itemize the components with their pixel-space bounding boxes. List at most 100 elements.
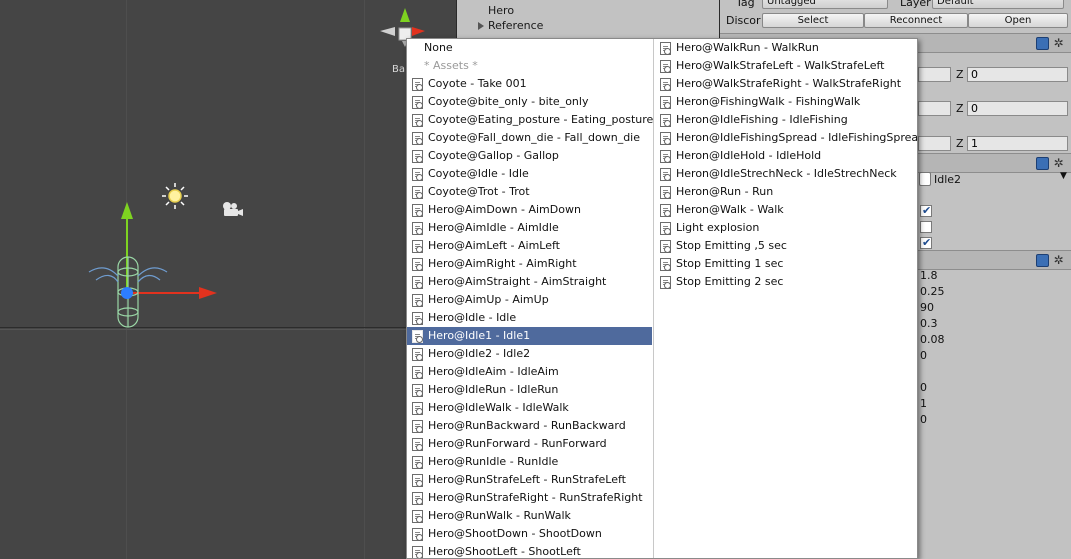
checkbox[interactable] [920, 236, 932, 249]
scale-z-field[interactable]: 1 [967, 136, 1068, 151]
move-gizmo-icon[interactable] [121, 202, 217, 299]
menu-item[interactable]: Heron@IdleFishingSpread - IdleFishingSpr… [655, 129, 917, 147]
menu-item[interactable]: Hero@Idle - Idle [407, 309, 652, 327]
rotation-y-field[interactable] [918, 101, 951, 116]
camera-icon[interactable] [223, 202, 243, 216]
property-value[interactable]: 0 [920, 349, 927, 362]
menu-item[interactable]: * Assets * [407, 57, 652, 75]
menu-item[interactable]: Light explosion [655, 219, 917, 237]
property-value[interactable]: 0 [920, 381, 927, 394]
rotation-z-field[interactable]: 0 [967, 101, 1068, 116]
menu-item[interactable]: Stop Emitting 2 sec [655, 273, 917, 291]
menu-item[interactable]: Hero@ShootDown - ShootDown [407, 525, 652, 543]
menu-item-label: Stop Emitting 1 sec [676, 257, 784, 270]
animation-clip-icon [412, 96, 423, 109]
animation-clip-icon [412, 204, 423, 217]
animation-clip-icon [660, 168, 671, 181]
menu-item[interactable]: Hero@AimDown - AimDown [407, 201, 652, 219]
menu-item[interactable]: Coyote@Fall_down_die - Fall_down_die [407, 129, 652, 147]
menu-item[interactable]: Coyote@Trot - Trot [407, 183, 652, 201]
menu-item[interactable]: Heron@Walk - Walk [655, 201, 917, 219]
menu-item[interactable]: Hero@Idle2 - Idle2 [407, 345, 652, 363]
menu-item-label: Heron@IdleFishingSpread - IdleFishingSpr… [676, 131, 918, 144]
pivot-handle[interactable] [121, 287, 133, 299]
menu-item[interactable]: Coyote - Take 001 [407, 75, 652, 93]
menu-item[interactable]: Hero@WalkStrafeRight - WalkStrafeRight [655, 75, 917, 93]
menu-item[interactable]: Hero@AimRight - AimRight [407, 255, 652, 273]
property-value[interactable]: 0.3 [920, 317, 938, 330]
menu-item[interactable]: Hero@IdleWalk - IdleWalk [407, 399, 652, 417]
animation-clip-icon [660, 204, 671, 217]
menu-item[interactable]: Stop Emitting ,5 sec [655, 237, 917, 255]
expand-arrow-icon[interactable] [478, 22, 484, 30]
help-book-icon[interactable] [1036, 157, 1049, 170]
menu-item-label: Hero@RunBackward - RunBackward [428, 419, 626, 432]
gear-icon[interactable]: ✲ [1052, 157, 1065, 170]
menu-item[interactable]: Hero@RunWalk - RunWalk [407, 507, 652, 525]
menu-item[interactable]: Heron@FishingWalk - FishingWalk [655, 93, 917, 111]
menu-item[interactable]: Hero@AimStraight - AimStraight [407, 273, 652, 291]
menu-item[interactable]: Heron@IdleFishing - IdleFishing [655, 111, 917, 129]
menu-item-selected[interactable]: Hero@Idle1 - Idle1 [407, 327, 652, 345]
open-button[interactable]: Open [968, 13, 1068, 28]
menu-item[interactable]: Hero@RunIdle - RunIdle [407, 453, 652, 471]
animation-clip-icon [412, 276, 423, 289]
property-value[interactable]: 1 [920, 397, 927, 410]
menu-item[interactable]: Hero@WalkRun - WalkRun [655, 39, 917, 57]
help-book-icon[interactable] [1036, 37, 1049, 50]
hierarchy-item[interactable]: Hero [488, 4, 514, 17]
gear-icon[interactable]: ✲ [1052, 37, 1065, 50]
reconnect-button[interactable]: Reconnect [864, 13, 968, 28]
menu-item[interactable]: Coyote@Idle - Idle [407, 165, 652, 183]
select-button[interactable]: Select [762, 13, 864, 28]
dropdown-arrow-icon[interactable]: ▼ [1060, 171, 1067, 181]
menu-item-label: Coyote@Gallop - Gallop [428, 149, 559, 162]
menu-item[interactable]: Stop Emitting 1 sec [655, 255, 917, 273]
tag-label: Tag [736, 0, 755, 9]
property-value[interactable]: 0.25 [920, 285, 945, 298]
menu-item[interactable]: Hero@RunBackward - RunBackward [407, 417, 652, 435]
menu-item-label: Hero@RunStrafeRight - RunStrafeRight [428, 491, 643, 504]
position-y-field[interactable] [918, 67, 951, 82]
checkbox[interactable] [920, 221, 932, 233]
menu-item[interactable]: Hero@IdleRun - IdleRun [407, 381, 652, 399]
animation-clip-icon [412, 474, 423, 487]
property-value[interactable]: 90 [920, 301, 934, 314]
menu-item-label: Heron@Run - Run [676, 185, 774, 198]
property-value[interactable]: 0.08 [920, 333, 945, 346]
menu-item[interactable]: Hero@AimLeft - AimLeft [407, 237, 652, 255]
menu-item-label: Hero@IdleWalk - IdleWalk [428, 401, 569, 414]
menu-item[interactable]: Hero@RunForward - RunForward [407, 435, 652, 453]
help-book-icon[interactable] [1036, 254, 1049, 267]
menu-item[interactable]: Hero@AimIdle - AimIdle [407, 219, 652, 237]
menu-item[interactable]: None [407, 39, 652, 57]
menu-item[interactable]: Coyote@bite_only - bite_only [407, 93, 652, 111]
light-icon[interactable] [162, 183, 188, 209]
property-value[interactable]: 0 [920, 413, 927, 426]
menu-item[interactable]: Heron@IdleStrechNeck - IdleStrechNeck [655, 165, 917, 183]
menu-item[interactable]: Heron@Run - Run [655, 183, 917, 201]
menu-item[interactable]: Hero@IdleAim - IdleAim [407, 363, 652, 381]
layer-dropdown[interactable]: Default [932, 0, 1064, 9]
menu-item-label: * Assets * [424, 59, 478, 72]
gear-icon[interactable]: ✲ [1052, 254, 1065, 267]
menu-item[interactable]: Hero@RunStrafeRight - RunStrafeRight [407, 489, 652, 507]
menu-item[interactable]: Heron@IdleHold - IdleHold [655, 147, 917, 165]
scene-view[interactable]: Ba [0, 0, 456, 559]
z-label: Z [956, 68, 964, 81]
menu-item[interactable]: Hero@ShootLeft - ShootLeft [407, 543, 652, 558]
animation-clip-icon [412, 402, 423, 415]
menu-item[interactable]: Hero@RunStrafeLeft - RunStrafeLeft [407, 471, 652, 489]
property-value[interactable]: 1.8 [920, 269, 938, 282]
animation-clip-field[interactable]: Idle2 [934, 173, 961, 186]
checkbox[interactable] [920, 204, 932, 217]
menu-item[interactable]: Coyote@Gallop - Gallop [407, 147, 652, 165]
scale-y-field[interactable] [918, 136, 951, 151]
menu-item[interactable]: Hero@AimUp - AimUp [407, 291, 652, 309]
menu-item-label: Heron@IdleStrechNeck - IdleStrechNeck [676, 167, 897, 180]
hierarchy-item[interactable]: Reference [488, 19, 543, 32]
position-z-field[interactable]: 0 [967, 67, 1068, 82]
tag-dropdown[interactable]: Untagged [762, 0, 888, 9]
menu-item[interactable]: Hero@WalkStrafeLeft - WalkStrafeLeft [655, 57, 917, 75]
menu-item[interactable]: Coyote@Eating_posture - Eating_posture [407, 111, 653, 129]
